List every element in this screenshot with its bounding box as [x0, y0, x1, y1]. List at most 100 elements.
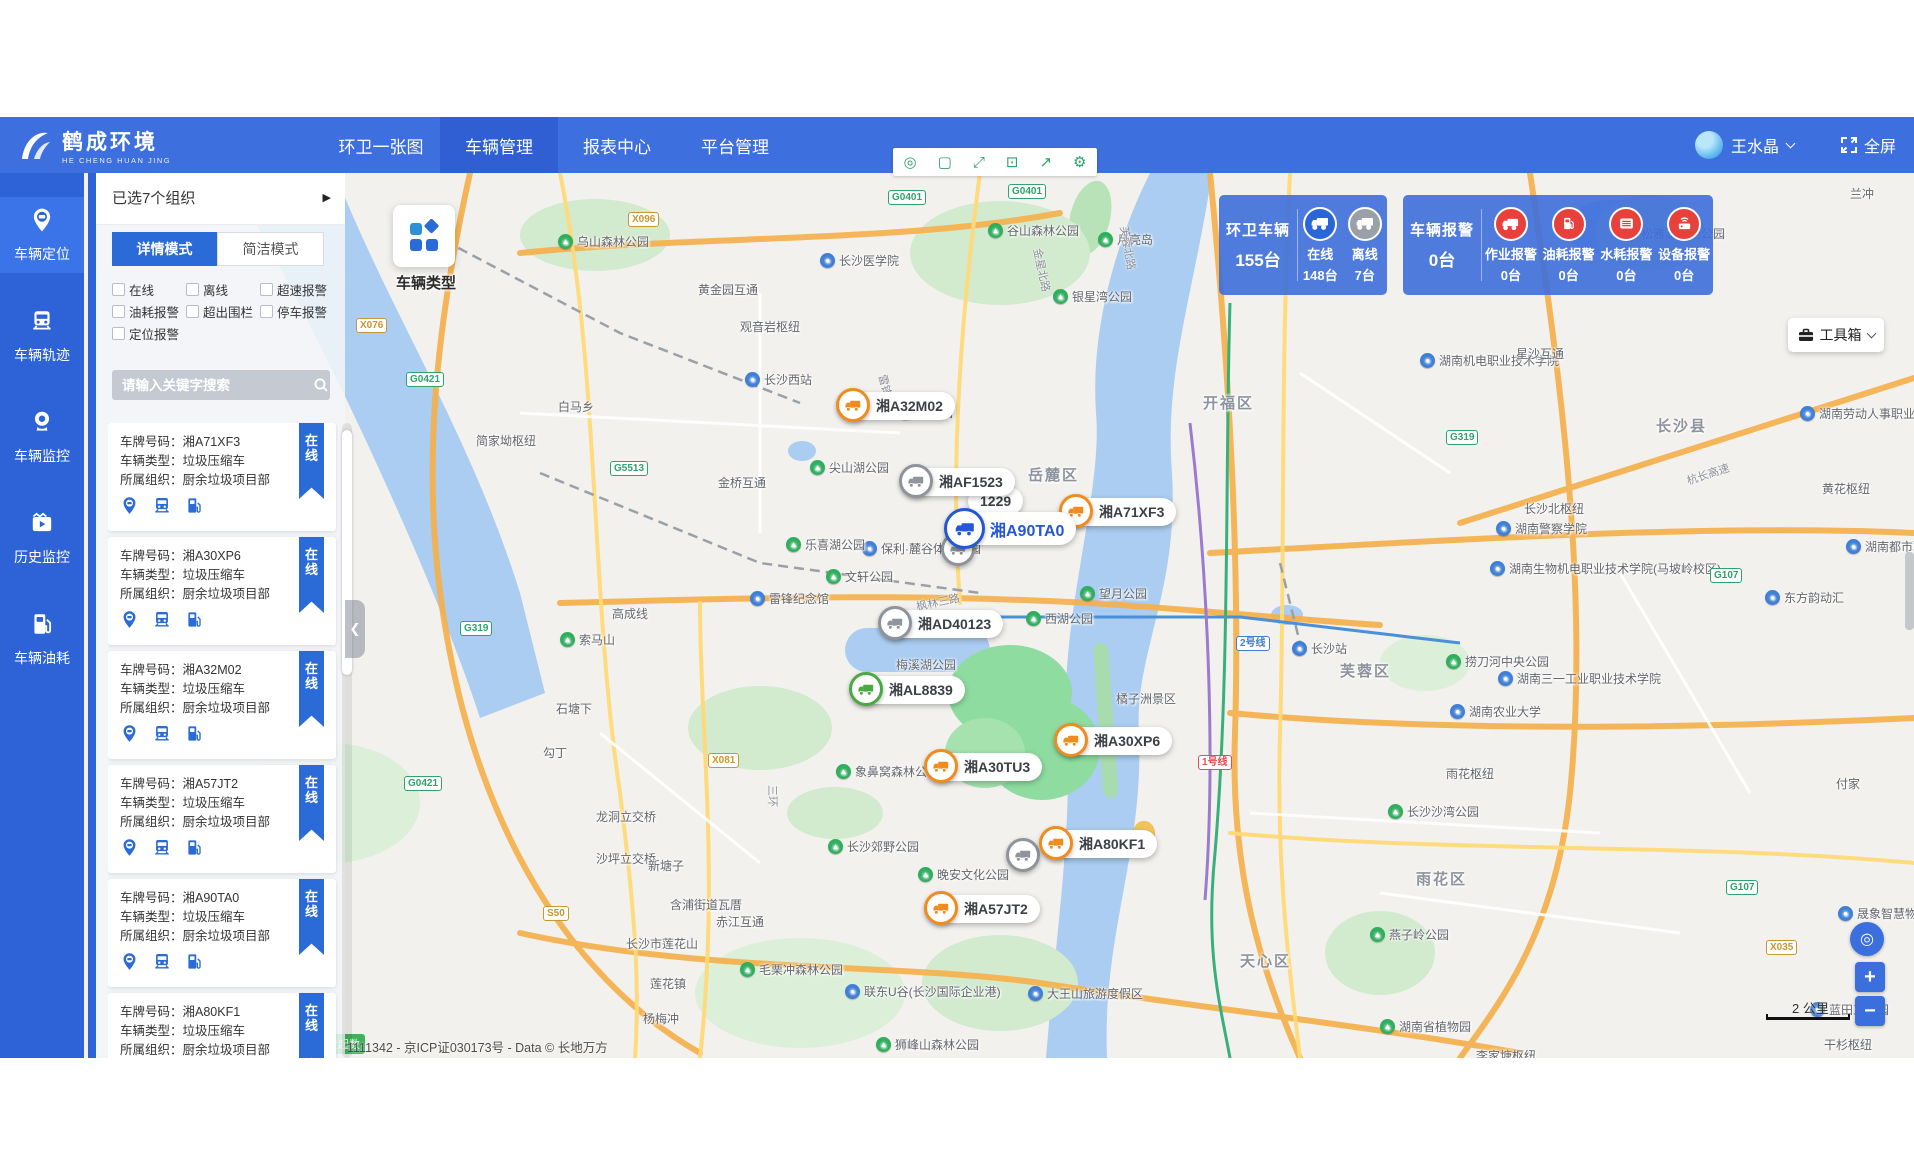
nav-item-平台管理[interactable]: 平台管理: [676, 117, 794, 173]
filter-checkbox-超速报警[interactable]: 超速报警: [260, 278, 334, 300]
map-label-观音岩枢纽: 观音岩枢纽: [740, 318, 800, 335]
sidebar-item-车辆轨迹[interactable]: 车辆轨迹: [0, 298, 84, 374]
truck-icon: [932, 760, 950, 773]
locate-pin-icon[interactable]: [120, 610, 139, 634]
map-label-捞刀河中央公园: ▲捞刀河中央公园: [1446, 653, 1549, 670]
user-menu[interactable]: 王水晶: [1695, 117, 1794, 173]
map-label-沙坪立交桥: 沙坪立交桥: [596, 850, 656, 867]
fuel-pump-icon[interactable]: [185, 724, 203, 748]
map-label-长沙沙湾公园: ▲长沙沙湾公园: [1388, 803, 1479, 820]
truck-icon: [878, 606, 912, 640]
map-label-晚安文化公园: ▲晚安文化公园: [918, 866, 1009, 883]
sidebar-item-车辆监控[interactable]: 车辆监控: [0, 399, 84, 475]
locate-pin-icon[interactable]: [120, 496, 139, 520]
park-icon: ▲: [826, 569, 841, 584]
vehicle-card-湘A57JT2[interactable]: 车牌号码：湘A57JT2 车辆类型：垃圾压缩车 所属组织：厨余垃圾项目部 在线: [108, 765, 336, 873]
fuel-pump-icon[interactable]: [185, 610, 203, 634]
fuel-pump-icon[interactable]: [185, 496, 203, 520]
track-bus-icon[interactable]: [152, 838, 172, 862]
filter-checkbox-离线[interactable]: 离线: [186, 278, 260, 300]
map-label-龙洞立交桥: 龙洞立交桥: [596, 808, 656, 825]
alarm-stat-设备报警: 设备报警 0台: [1655, 207, 1713, 284]
nav-item-报表中心[interactable]: 报表中心: [558, 117, 676, 173]
vehicle-marker-湘A90TA0[interactable]: 湘A90TA0: [948, 512, 1076, 545]
settings-gear-icon[interactable]: ⚙: [1073, 155, 1086, 170]
org-row: 所属组织：厨余垃圾项目部: [120, 927, 324, 946]
sidebar-item-车辆定位[interactable]: 车辆定位: [0, 197, 84, 273]
zoom-out-button[interactable]: −: [1855, 996, 1885, 1026]
vehicle-marker[interactable]: [1006, 838, 1040, 872]
vehicle-marker-湘AF1523[interactable]: 湘AF1523: [903, 468, 1015, 496]
fuel-pump-icon[interactable]: [185, 838, 203, 862]
org-selector[interactable]: 已选7个组织 ▶: [96, 170, 345, 225]
zoom-in-button[interactable]: +: [1855, 962, 1885, 992]
map-label-金桥互通: 金桥互通: [718, 474, 766, 491]
filter-checkbox-停车报警[interactable]: 停车报警: [260, 300, 334, 322]
fullscreen-button[interactable]: 全屏: [1840, 117, 1896, 173]
sidebar-item-历史监控[interactable]: 历史监控: [0, 500, 84, 576]
map-label-干杉枢纽: 干杉枢纽: [1824, 1036, 1872, 1053]
fleet-stats-panel: 环卫车辆 155台 在线 148台 离线 7台: [1219, 195, 1387, 295]
vehicle-card-湘A71XF3[interactable]: 车牌号码：湘A71XF3 车辆类型：垃圾压缩车 所属组织：厨余垃圾项目部 在线: [108, 423, 336, 531]
filter-label: 油耗报警: [129, 302, 179, 321]
vehicle-marker-湘A30XP6[interactable]: 湘A30XP6: [1058, 727, 1172, 755]
zoom-search-icon[interactable]: ◎: [904, 155, 917, 170]
device-icon[interactable]: ▢: [938, 155, 952, 170]
vehicle-marker-湘A80KF1[interactable]: 湘A80KF1: [1043, 830, 1157, 858]
vehicle-type-button[interactable]: [393, 205, 455, 267]
truck-icon: [1006, 838, 1040, 872]
map-label-G319: G319: [460, 621, 492, 636]
sidebar-item-车辆油耗[interactable]: 车辆油耗: [0, 601, 84, 677]
poi-icon: ●: [1028, 986, 1043, 1001]
truck-icon: [1310, 216, 1330, 230]
vehicle-marker-湘AL8839[interactable]: 湘AL8839: [853, 676, 965, 704]
search-icon[interactable]: [313, 377, 329, 393]
fullscreen-label: 全屏: [1864, 133, 1896, 157]
locate-pin-icon[interactable]: [120, 952, 139, 976]
expand-icon[interactable]: ⤢: [973, 155, 985, 170]
map-label-芙蓉区: 芙蓉区: [1340, 660, 1391, 681]
locate-pin-icon[interactable]: [120, 724, 139, 748]
online-label: 在线: [1298, 244, 1343, 263]
page-scrollbar-thumb[interactable]: [1905, 552, 1914, 630]
map-label-李家塘枢纽: 李家塘枢纽: [1476, 1047, 1536, 1058]
map-label-黄花枢纽: 黄花枢纽: [1822, 480, 1870, 497]
vehicle-marker-湘A57JT2[interactable]: 湘A57JT2: [928, 895, 1040, 923]
vehicle-marker-湘A71XF3[interactable]: 湘A71XF3: [1063, 498, 1176, 526]
fuel-pump-icon[interactable]: [185, 952, 203, 976]
toolbox-button[interactable]: 工具箱: [1788, 318, 1884, 352]
sidebar-item-label: 车辆监控: [14, 446, 70, 466]
search-input[interactable]: [112, 378, 313, 393]
vehicle-marker-湘AD40123[interactable]: 湘AD40123: [882, 610, 1003, 638]
track-bus-icon[interactable]: [152, 724, 172, 748]
vehicle-card-湘A90TA0[interactable]: 车牌号码：湘A90TA0 车辆类型：垃圾压缩车 所属组织：厨余垃圾项目部 在线: [108, 879, 336, 987]
nav-item-车辆管理[interactable]: 车辆管理: [440, 117, 558, 173]
map-label-湖南都市职业学院: ●湖南都市职业学院: [1846, 538, 1914, 555]
panel-collapse-handle[interactable]: ❮: [345, 600, 365, 658]
track-bus-icon[interactable]: [152, 952, 172, 976]
map-label-东方韵动汇: ●东方韵动汇: [1765, 589, 1844, 606]
alarm-title: 车辆报警: [1403, 219, 1481, 240]
vehicle-card-湘A30XP6[interactable]: 车牌号码：湘A30XP6 车辆类型：垃圾压缩车 所属组织：厨余垃圾项目部 在线: [108, 537, 336, 645]
filter-checkbox-定位报警[interactable]: 定位报警: [112, 322, 186, 344]
filter-checkbox-油耗报警[interactable]: 油耗报警: [112, 300, 186, 322]
alarm-label: 作业报警: [1482, 244, 1540, 263]
map-label-G107: G107: [1710, 568, 1742, 583]
export-icon[interactable]: ↗: [1039, 155, 1052, 170]
map-label-雨花区: 雨花区: [1416, 868, 1467, 889]
filter-checkbox-超出围栏[interactable]: 超出围栏: [186, 300, 260, 322]
filter-label: 离线: [203, 280, 228, 299]
locate-button[interactable]: ◎: [1850, 922, 1884, 956]
tab-简洁模式[interactable]: 简洁模式: [217, 232, 324, 266]
vehicle-marker-湘A32M02[interactable]: 湘A32M02: [840, 392, 955, 420]
vehicle-marker-湘A30TU3[interactable]: 湘A30TU3: [928, 753, 1042, 781]
nav-item-环卫一张图[interactable]: 环卫一张图: [322, 117, 440, 173]
locate-pin-icon[interactable]: [120, 838, 139, 862]
track-bus-icon[interactable]: [152, 610, 172, 634]
vehicle-card-湘A80KF1[interactable]: 车牌号码：湘A80KF1 车辆类型：垃圾压缩车 所属组织：厨余垃圾项目部 在线: [108, 993, 336, 1058]
vehicle-card-湘A32M02[interactable]: 车牌号码：湘A32M02 车辆类型：垃圾压缩车 所属组织：厨余垃圾项目部 在线: [108, 651, 336, 759]
filter-checkbox-在线[interactable]: 在线: [112, 278, 186, 300]
track-bus-icon[interactable]: [152, 496, 172, 520]
save-icon[interactable]: ⊡: [1006, 155, 1019, 170]
tab-详情模式[interactable]: 详情模式: [112, 232, 217, 266]
